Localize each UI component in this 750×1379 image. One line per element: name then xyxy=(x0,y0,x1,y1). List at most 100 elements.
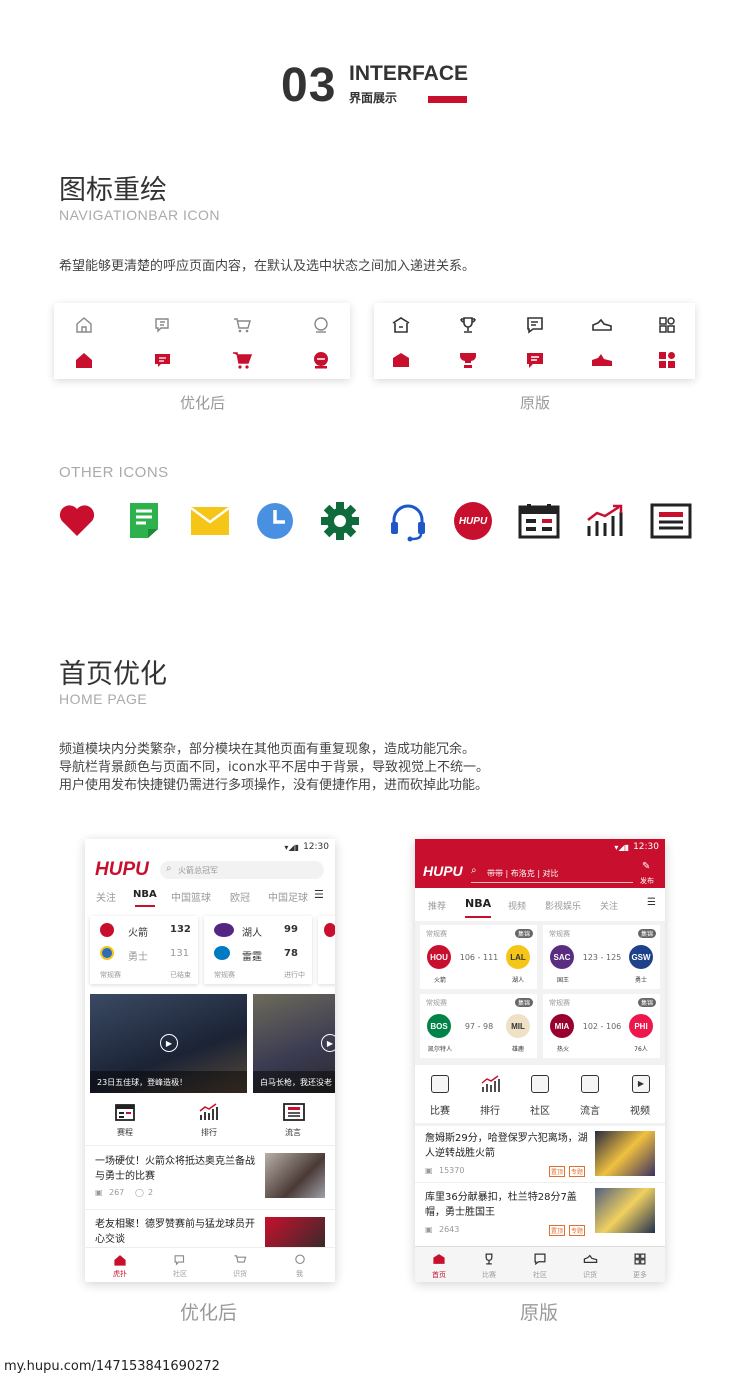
home-outline-icon xyxy=(389,313,413,337)
quick-links: 赛程 排行 流言 xyxy=(85,1097,335,1142)
match-icon[interactable] xyxy=(431,1075,449,1093)
grid-outline-icon xyxy=(655,313,679,337)
document-icon xyxy=(128,501,160,543)
nav-label-community[interactable]: 社区 xyxy=(173,1269,187,1279)
chat-outline-icon[interactable] xyxy=(533,1251,547,1270)
tab-china-basketball[interactable]: 中国篮球 xyxy=(171,889,211,904)
news-tag: 专题 xyxy=(569,1225,586,1236)
calendar-icon xyxy=(518,503,560,543)
menu-icon[interactable]: ☰ xyxy=(314,888,324,901)
video-banner[interactable]: ▶ 23日五佳球，登峰造极！ xyxy=(90,994,247,1093)
news-title[interactable]: 一场硬仗！火箭众将抵达奥克兰备战与勇士的比赛 xyxy=(95,1154,255,1184)
tab-follow[interactable]: 关注 xyxy=(96,889,116,904)
nav-label-home[interactable]: 虎扑 xyxy=(113,1269,127,1279)
game-card-partial[interactable] xyxy=(318,916,335,984)
game-type: 常规赛 xyxy=(426,930,447,938)
highlight-badge[interactable]: 集锦 xyxy=(514,998,533,1007)
watermark: my.hupu.com/147153841690272 xyxy=(4,1359,220,1374)
news-title[interactable]: 老友相聚！德罗赞赛前与猛龙球员开心交谈 xyxy=(95,1217,255,1247)
headset-icon xyxy=(388,502,428,546)
trophy-outline-icon[interactable] xyxy=(482,1251,496,1270)
menu-icon[interactable]: ☰ xyxy=(647,897,656,908)
tab-china-football[interactable]: 中国足球 xyxy=(268,889,308,904)
rumor-icon[interactable] xyxy=(581,1075,599,1093)
tab-follow[interactable]: 关注 xyxy=(600,899,618,912)
game-card[interactable]: 常规赛 集锦 HOU LAL 106 - 111 火箭 湖人 xyxy=(420,925,537,989)
nav-label-shop[interactable]: 识货 xyxy=(583,1270,597,1280)
team-name: 勇士 xyxy=(634,977,647,984)
news-title[interactable]: 詹姆斯29分，哈登保罗六犯离场，湖人逆转战胜火箭 xyxy=(425,1131,590,1161)
team-logo-icon: MIA xyxy=(550,1014,574,1038)
tab-video[interactable]: 视频 xyxy=(508,899,526,912)
tab-recommend[interactable]: 推荐 xyxy=(428,899,446,912)
search-input[interactable]: ⌕ 火箭总冠军 xyxy=(160,861,324,879)
section-number: 03 xyxy=(281,59,337,112)
video-icon[interactable]: ▶ xyxy=(632,1075,650,1093)
sneaker-outline-icon[interactable] xyxy=(583,1251,598,1270)
video-banner[interactable]: ▶ 白马长枪，我还没老 xyxy=(253,994,335,1093)
community-icon[interactable] xyxy=(531,1075,549,1093)
team-name: 76人 xyxy=(634,1046,648,1053)
game-score: 106 - 111 xyxy=(459,953,499,962)
game-status: 已结束 xyxy=(170,971,191,979)
bottom-nav: 首页 比赛 社区 识货 更多 xyxy=(415,1246,665,1282)
team-score: 131 xyxy=(170,948,190,959)
game-card[interactable]: 火箭 132 勇士 131 常规赛 已结束 xyxy=(90,916,198,984)
home-filled-icon[interactable] xyxy=(432,1251,446,1270)
publish-icon[interactable]: ✎ xyxy=(642,861,650,872)
news-views: 15370 xyxy=(439,1166,465,1175)
highlight-badge[interactable]: 集锦 xyxy=(637,929,656,938)
nav-label-match[interactable]: 比赛 xyxy=(482,1270,496,1280)
warriors-logo-icon xyxy=(100,946,114,960)
rumor-icon[interactable] xyxy=(283,1103,305,1125)
team-name: 火箭 xyxy=(128,928,148,939)
schedule-icon[interactable] xyxy=(115,1103,135,1125)
gear-icon xyxy=(320,501,360,545)
views-icon: ▣ xyxy=(425,1225,433,1234)
game-card[interactable]: 常规赛 集锦 SAC GSW 123 - 125 国王 勇士 xyxy=(543,925,660,989)
team-name: 热火 xyxy=(556,1046,569,1053)
chat-outline-icon xyxy=(151,313,175,337)
team-logo-icon: GSW xyxy=(629,945,653,969)
nav-label-shop[interactable]: 识货 xyxy=(233,1269,247,1279)
ranking-icon[interactable] xyxy=(199,1103,219,1125)
optimized-home-phone: 12:30 ▾◢▮ HUPU ⌕ 火箭总冠军 关注 NBA 中国篮球 欧冠 中国… xyxy=(85,839,335,1282)
search-icon: ⌕ xyxy=(166,863,172,874)
chat-outline-icon xyxy=(523,313,547,337)
status-bar: 12:30 ▾◢▮ xyxy=(85,839,335,857)
nav-label-community[interactable]: 社区 xyxy=(533,1270,547,1280)
mail-icon xyxy=(190,506,230,540)
search-text[interactable]: 带带 | 布洛克 | 对比 xyxy=(487,868,559,879)
nav-label-more[interactable]: 更多 xyxy=(633,1270,647,1280)
team-logo-icon: MIL xyxy=(506,1014,530,1038)
quick-link-label: 赛程 xyxy=(117,1128,133,1137)
highlight-badge[interactable]: 集锦 xyxy=(637,998,656,1007)
team-score: 99 xyxy=(284,924,298,935)
nav-label-home[interactable]: 首页 xyxy=(432,1270,446,1280)
tab-nba[interactable]: NBA xyxy=(465,897,491,910)
ranking-icon[interactable] xyxy=(481,1075,501,1097)
game-card[interactable]: 常规赛 集锦 MIA PHI 102 - 106 热火 76人 xyxy=(543,994,660,1058)
caption-original-home: 原版 xyxy=(520,1302,559,1324)
publish-label[interactable]: 发布 xyxy=(640,876,654,886)
heart-icon xyxy=(58,502,96,542)
rockets-logo-icon xyxy=(100,923,114,937)
highlight-badge[interactable]: 集锦 xyxy=(514,929,533,938)
status-time: 12:30 xyxy=(303,842,329,852)
game-type: 常规赛 xyxy=(100,971,121,979)
nav-label-me[interactable]: 我 xyxy=(296,1269,303,1279)
team-name: 湖人 xyxy=(242,928,262,939)
game-card[interactable]: 常规赛 集锦 BOS MIL 97 - 98 凯尔特人 雄鹿 xyxy=(420,994,537,1058)
tab-entertainment[interactable]: 影视娱乐 xyxy=(545,899,581,912)
game-type: 常规赛 xyxy=(549,999,570,1007)
icon-section-subtitle: NAVIGATIONBAR ICON xyxy=(59,207,220,223)
news-views: 2643 xyxy=(439,1225,460,1234)
tab-ucl[interactable]: 欧冠 xyxy=(230,889,250,904)
game-score: 102 - 106 xyxy=(582,1022,622,1031)
news-tag: 置顶 xyxy=(549,1225,566,1236)
tab-nba[interactable]: NBA xyxy=(133,889,157,900)
game-card[interactable]: 湖人 99 雷霆 78 常规赛 进行中 xyxy=(204,916,312,984)
grid-outline-icon[interactable] xyxy=(633,1251,647,1270)
news-thumbnail xyxy=(595,1131,655,1176)
news-title[interactable]: 库里36分献暴扣，杜兰特28分7盖帽，勇士胜国王 xyxy=(425,1190,590,1220)
